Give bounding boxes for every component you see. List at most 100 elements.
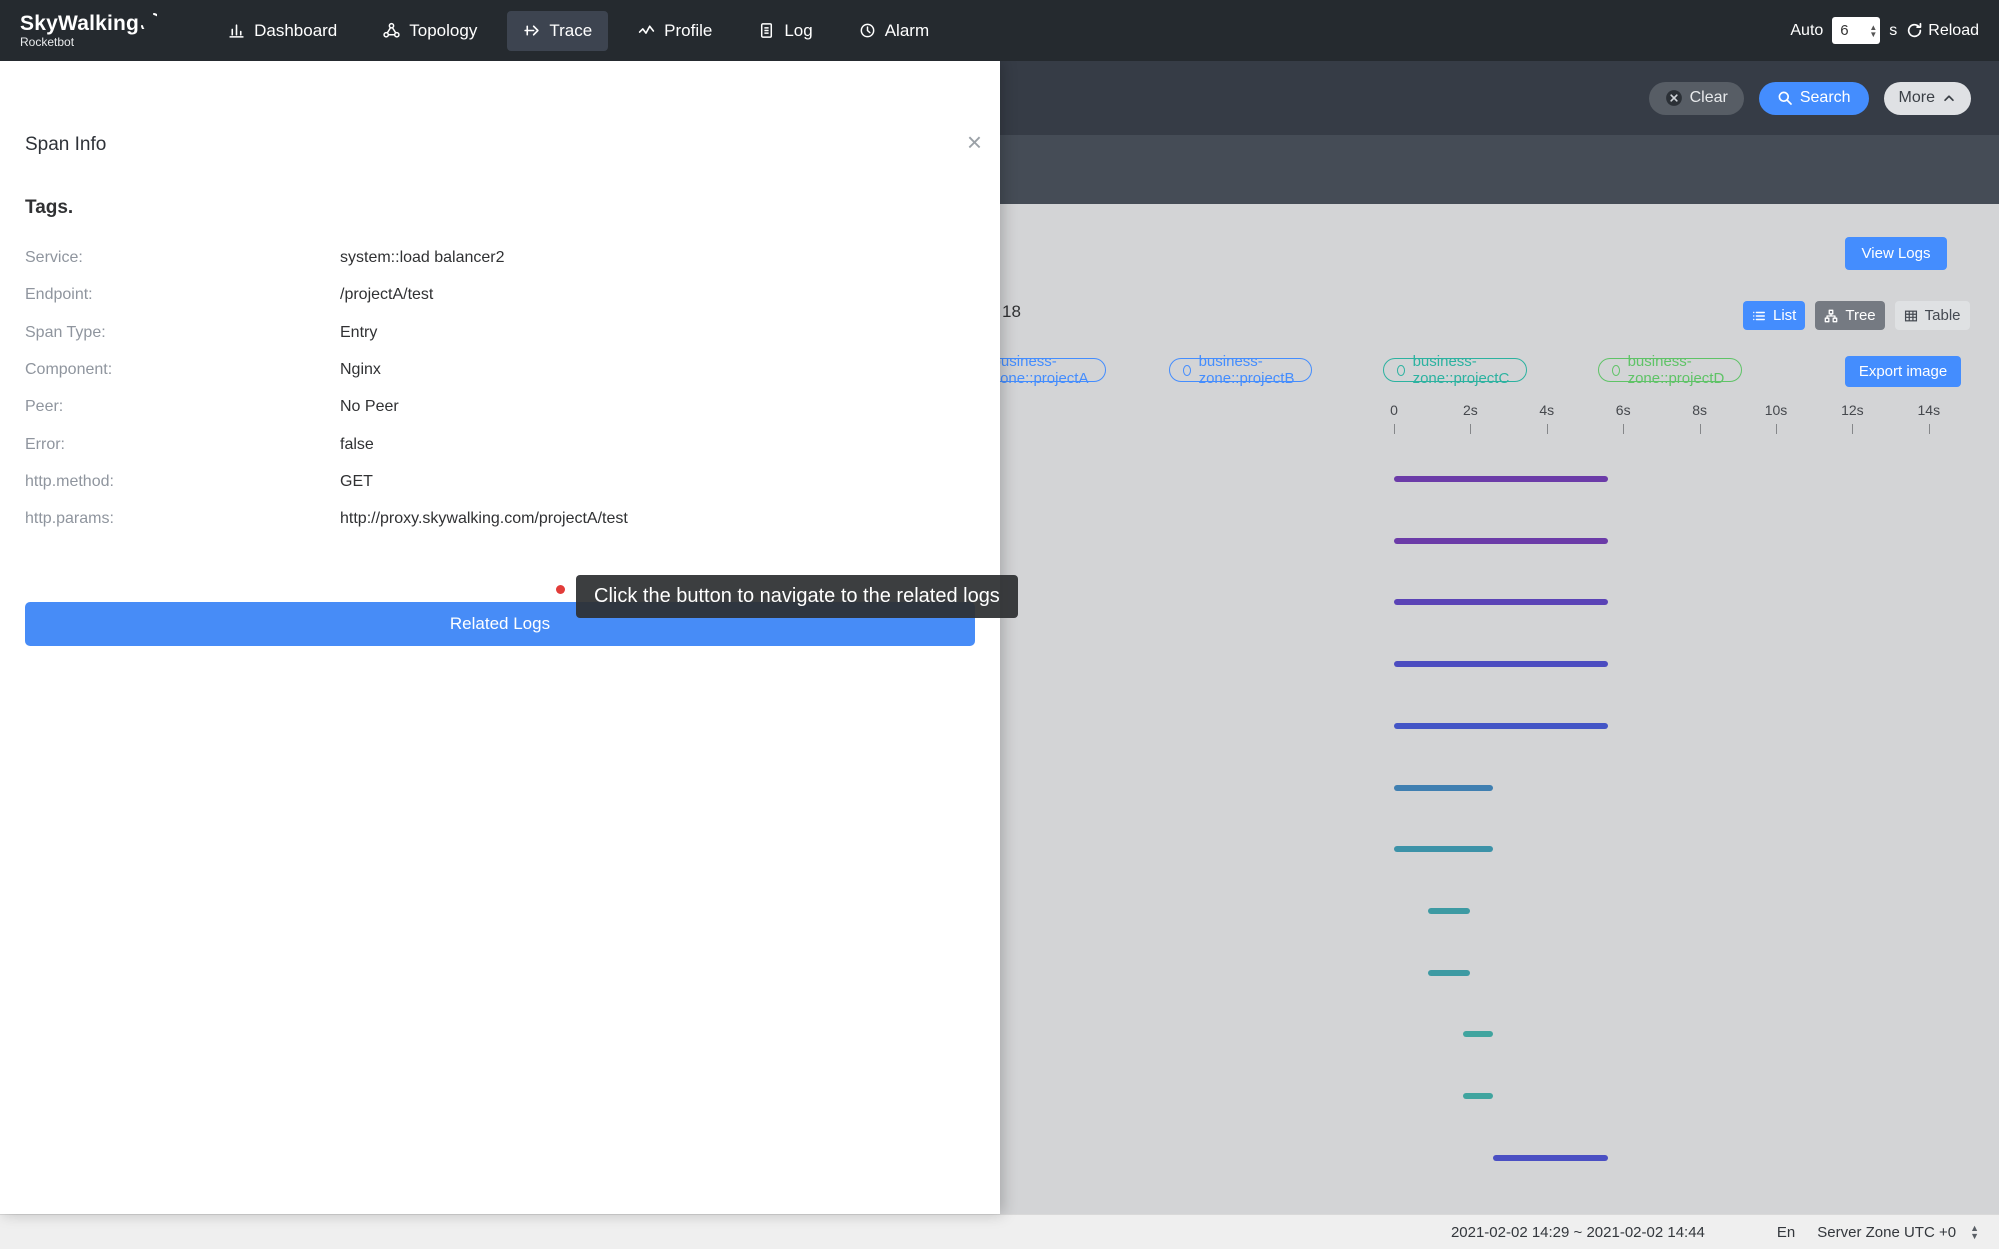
reload-button[interactable]: Reload	[1906, 22, 1979, 40]
tag-label: Endpoint:	[25, 286, 93, 304]
export-image-button[interactable]: Export image	[1845, 356, 1961, 387]
view-mode-tree-button[interactable]: Tree	[1815, 301, 1884, 330]
service-ring-icon	[1397, 365, 1405, 376]
nav-item-log[interactable]: Log	[742, 11, 828, 51]
clear-label: Clear	[1690, 89, 1728, 107]
logo-title: SkyWalking	[20, 13, 139, 35]
profile-icon	[638, 22, 655, 39]
nav-label: Trace	[549, 21, 592, 41]
axis-tick-mark	[1470, 424, 1471, 434]
stepper-icon[interactable]: ▲▼	[1869, 24, 1877, 38]
trace-span-bar[interactable]	[1463, 1031, 1494, 1037]
auto-interval-value: 6	[1840, 22, 1848, 39]
nav-item-trace[interactable]: Trace	[507, 11, 608, 51]
trace-span-bar[interactable]	[1394, 538, 1608, 544]
nav-item-dashboard[interactable]: Dashboard	[212, 11, 353, 51]
search-button[interactable]: Search	[1759, 82, 1869, 115]
auto-unit-label: s	[1889, 22, 1897, 40]
service-chip[interactable]: business-zone::projectC	[1383, 358, 1527, 382]
view-mode-switch: List Tree Table	[1743, 301, 1970, 330]
trace-span-bar[interactable]	[1394, 846, 1493, 852]
axis-tick-mark	[1547, 424, 1548, 434]
close-icon[interactable]: ×	[967, 129, 982, 155]
circle-x-icon	[1665, 89, 1683, 107]
nav-item-alarm[interactable]: Alarm	[843, 11, 945, 51]
main-nav: Dashboard Topology Trace Profile Log Ala…	[212, 11, 945, 51]
time-range[interactable]: 2021-02-02 14:29 ~ 2021-02-02 14:44	[1451, 1224, 1705, 1241]
axis-tick-label: 2s	[1463, 402, 1478, 418]
logo-subtitle: Rocketbot	[20, 36, 157, 49]
tag-value: http://proxy.skywalking.com/projectA/tes…	[340, 510, 628, 528]
service-chip[interactable]: business-zone::projectD	[1598, 358, 1742, 382]
more-button[interactable]: More	[1884, 82, 1971, 115]
service-chip-label: business-zone::projectD	[1628, 353, 1728, 387]
dashboard-icon	[228, 22, 245, 39]
trace-span-bar[interactable]	[1394, 661, 1608, 667]
search-icon	[1777, 90, 1793, 106]
logo: SkyWalking Rocketbot	[20, 13, 157, 49]
span-info-row: Peer: No Peer	[0, 398, 1000, 420]
search-label: Search	[1800, 89, 1851, 107]
tag-label: Span Type:	[25, 324, 106, 342]
clear-button[interactable]: Clear	[1649, 82, 1744, 115]
trace-span-bar[interactable]	[1428, 970, 1470, 976]
tag-value: Nginx	[340, 361, 381, 379]
view-mode-label: Tree	[1845, 307, 1875, 324]
nav-item-profile[interactable]: Profile	[622, 11, 728, 51]
trace-span-bar[interactable]	[1493, 1155, 1608, 1161]
navbar-right: Auto 6 ▲▼ s Reload	[1790, 17, 1979, 44]
view-mode-label: List	[1773, 307, 1796, 324]
trace-span-bar[interactable]	[1394, 723, 1608, 729]
timezone-stepper-icon[interactable]: ▲▼	[1970, 1224, 1979, 1240]
tag-label: http.method:	[25, 473, 114, 491]
more-label: More	[1899, 89, 1935, 107]
skywalking-app: SkyWalking Rocketbot Dashboard Topology …	[0, 0, 1999, 1249]
tag-label: http.params:	[25, 510, 114, 528]
modal-title: Span Info	[25, 134, 106, 156]
span-info-row: Error:false	[0, 436, 1000, 458]
tag-label: Component:	[25, 361, 112, 379]
trace-span-bar[interactable]	[1394, 476, 1608, 482]
axis-tick-mark	[1852, 424, 1853, 434]
axis-tick-mark	[1623, 424, 1624, 434]
tree-icon	[1824, 309, 1838, 323]
span-info-modal: Span Info × Tags. Service:system::load b…	[0, 61, 1000, 1214]
axis-tick-mark	[1394, 424, 1395, 434]
service-chip[interactable]: business-zone::projectB	[1169, 358, 1312, 382]
span-info-row: Endpoint:/projectA/test	[0, 286, 1000, 308]
axis-tick-label: 14s	[1918, 402, 1941, 418]
axis-tick-mark	[1700, 424, 1701, 434]
alarm-icon	[859, 22, 876, 39]
auto-interval-input[interactable]: 6 ▲▼	[1832, 17, 1880, 44]
service-chip-label: business-zone::projectA	[993, 353, 1092, 387]
trace-span-bar[interactable]	[1394, 599, 1608, 605]
view-mode-list-button[interactable]: List	[1743, 301, 1805, 330]
trace-span-bar[interactable]	[1428, 908, 1470, 914]
cursor-dot	[556, 585, 565, 594]
table-icon	[1904, 309, 1918, 323]
language-toggle[interactable]: En	[1777, 1224, 1795, 1241]
top-navbar: SkyWalking Rocketbot Dashboard Topology …	[0, 0, 1999, 61]
nav-item-topology[interactable]: Topology	[367, 11, 493, 51]
view-logs-button[interactable]: View Logs	[1845, 237, 1947, 270]
tag-label: Peer:	[25, 398, 63, 416]
tag-value: No Peer	[340, 398, 399, 416]
span-info-row: http.method: GET	[0, 473, 1000, 495]
log-icon	[758, 22, 775, 39]
axis-tick-label: 10s	[1765, 402, 1788, 418]
trace-span-bar[interactable]	[1394, 785, 1493, 791]
view-mode-table-button[interactable]: Table	[1895, 301, 1970, 330]
timezone-label: Server Zone UTC +0	[1817, 1224, 1956, 1241]
tag-value: GET	[340, 473, 373, 491]
reload-icon	[1906, 22, 1923, 39]
nav-label: Topology	[409, 21, 477, 41]
nav-label: Alarm	[885, 21, 929, 41]
tag-value: system::load balancer2	[340, 249, 505, 267]
trace-icon	[523, 22, 540, 39]
axis-tick-mark	[1776, 424, 1777, 434]
chevron-up-icon	[1942, 91, 1956, 105]
service-ring-icon	[1612, 365, 1620, 376]
footer-bar: 2021-02-02 14:29 ~ 2021-02-02 14:44 En S…	[0, 1214, 1999, 1249]
trace-span-bar[interactable]	[1463, 1093, 1494, 1099]
logo-swoosh-icon	[141, 13, 157, 29]
